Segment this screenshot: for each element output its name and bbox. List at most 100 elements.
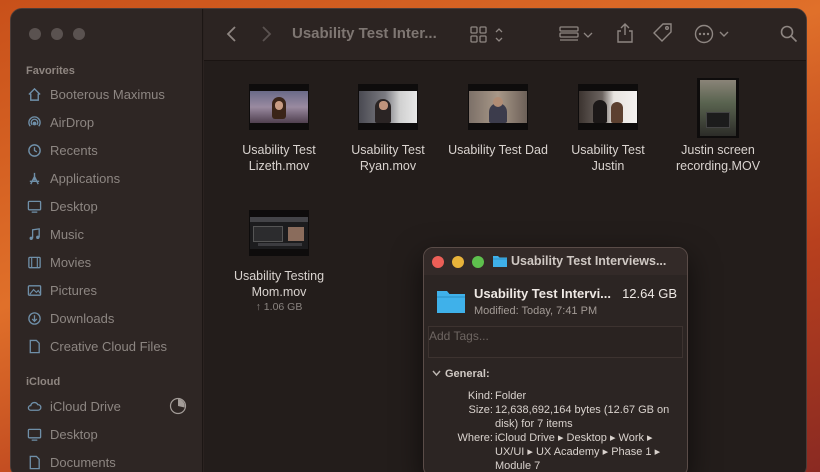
- sidebar-item-label: Applications: [50, 170, 121, 186]
- sidebar-item-music[interactable]: Music: [26, 223, 196, 245]
- sidebar-item-label: Documents: [50, 454, 116, 470]
- movies-icon: [26, 254, 42, 270]
- sidebar-item-label: Desktop: [50, 198, 98, 214]
- toolbar: Usability Test Inter...: [204, 9, 806, 61]
- file-name: recording.MOV: [675, 159, 761, 173]
- size-row: Size: 12,638,692,164 bytes (12.67 GB on …: [424, 403, 687, 431]
- info-item-size: 12.64 GB: [622, 286, 677, 301]
- file-name: Usability Test: [571, 143, 645, 157]
- sidebar-item-airdrop[interactable]: AirDrop: [26, 111, 196, 133]
- window-controls: [432, 256, 484, 268]
- where-value: iCloud Drive ▸ Desktop ▸ Work ▸ UX/UI ▸ …: [495, 432, 661, 472]
- file-item[interactable]: Usability Test Justin: [553, 84, 663, 174]
- sidebar-item-label: AirDrop: [50, 114, 95, 130]
- forward-button[interactable]: [260, 24, 272, 44]
- window-controls: [29, 28, 85, 40]
- sidebar-item-pictures[interactable]: Pictures: [26, 279, 196, 301]
- sidebar-item-label: Creative Cloud Files: [50, 338, 168, 354]
- minimize-button[interactable]: [51, 28, 63, 40]
- kind-row: Kind: Folder: [424, 389, 687, 403]
- video-thumbnail: [578, 84, 638, 130]
- sidebar-item-creative-cloud-files[interactable]: Creative Cloud Files: [26, 335, 196, 357]
- share-button[interactable]: [616, 22, 634, 44]
- file-item[interactable]: Usability Test Dad: [443, 84, 553, 158]
- sidebar-item-label: Recents: [50, 142, 98, 158]
- pictures-icon: [26, 282, 42, 298]
- back-button[interactable]: [226, 24, 238, 44]
- video-thumbnail: [468, 84, 528, 130]
- house-icon: [26, 86, 42, 102]
- zoom-button[interactable]: [472, 256, 484, 268]
- where-key: Where:: [457, 432, 493, 444]
- music-icon: [26, 226, 42, 242]
- airdrop-icon: [26, 114, 42, 130]
- clock-icon: [26, 142, 42, 158]
- folder-icon: [436, 288, 466, 319]
- file-name: Usability Test: [242, 143, 316, 157]
- favorites-title: Favorites: [26, 65, 75, 77]
- info-modified: Modified: Today, 7:41 PM: [474, 305, 598, 317]
- video-thumbnail: [358, 84, 418, 130]
- sidebar-item-icloud-desktop[interactable]: Desktop: [26, 423, 196, 445]
- kind-key: Kind:: [467, 390, 493, 402]
- folder-icon: [492, 254, 508, 273]
- get-info-panel: Usability Test Interviews... Usability T…: [423, 247, 688, 472]
- upload-size: ↑ 1.06 GB: [255, 301, 303, 313]
- sidebar-item-label: Booterous Maximus: [50, 86, 165, 102]
- file-name: Usability Test Dad: [448, 143, 548, 157]
- sidebar-item-desktop[interactable]: Desktop: [26, 195, 196, 217]
- file-name: Mom.mov: [251, 285, 307, 299]
- file-item[interactable]: Justin screen recording.MOV: [663, 78, 773, 174]
- sidebar-item-movies[interactable]: Movies: [26, 251, 196, 273]
- close-button[interactable]: [29, 28, 41, 40]
- tags-field[interactable]: Add Tags...: [428, 326, 683, 358]
- downloads-icon: [26, 310, 42, 326]
- general-section-toggle[interactable]: General:: [432, 368, 490, 380]
- sidebar-item-downloads[interactable]: Downloads: [26, 307, 196, 329]
- general-section-label: General:: [445, 368, 490, 380]
- sidebar-item-label: Downloads: [50, 310, 115, 326]
- sync-progress-icon: [169, 397, 187, 415]
- minimize-button[interactable]: [452, 256, 464, 268]
- sidebar-item-documents[interactable]: Documents: [26, 451, 196, 472]
- sidebar-item-label: Movies: [50, 254, 92, 270]
- close-button[interactable]: [432, 256, 444, 268]
- sidebar-item-label: Pictures: [50, 282, 97, 298]
- document-icon: [26, 338, 42, 354]
- document-icon: [26, 454, 42, 470]
- icon-view-button[interactable]: [470, 26, 506, 44]
- file-name: Lizeth.mov: [248, 159, 310, 173]
- zoom-button[interactable]: [73, 28, 85, 40]
- file-name: Justin: [591, 159, 625, 173]
- file-item[interactable]: Usability Test Lizeth.mov: [224, 84, 334, 174]
- sidebar-item-label: Music: [50, 226, 84, 242]
- cloud-icon: [26, 398, 42, 414]
- sidebar: Favorites Booterous Maximus AirDrop Rece…: [11, 9, 203, 472]
- file-item[interactable]: Usability Testing Mom.mov ↑ 1.06 GB: [224, 210, 334, 313]
- group-button[interactable]: [559, 26, 595, 44]
- file-name: Usability Test: [351, 143, 425, 157]
- kind-value: Folder: [495, 390, 527, 402]
- video-thumbnail: [249, 84, 309, 130]
- icloud-title: iCloud: [26, 376, 61, 388]
- search-button[interactable]: [780, 25, 798, 43]
- tag-button[interactable]: [652, 22, 674, 44]
- info-header: Usability Test Intervi... 12.64 GB Modif…: [436, 286, 681, 326]
- sidebar-item-recents[interactable]: Recents: [26, 139, 196, 161]
- sidebar-item-applications[interactable]: Applications: [26, 167, 196, 189]
- sidebar-item-label: iCloud Drive: [50, 398, 121, 414]
- desktop-icon: [26, 426, 42, 442]
- chevron-down-icon: [432, 368, 441, 380]
- file-name: Usability Testing: [233, 269, 325, 283]
- file-item[interactable]: Usability Test Ryan.mov: [333, 84, 443, 174]
- video-thumbnail: [697, 78, 739, 138]
- file-name: Justin screen: [681, 143, 755, 157]
- info-titlebar: Usability Test Interviews...: [424, 248, 687, 275]
- file-name: Ryan.mov: [359, 159, 417, 173]
- video-thumbnail: [249, 210, 309, 256]
- sidebar-item-label: Desktop: [50, 426, 98, 442]
- more-actions-button[interactable]: [694, 24, 730, 44]
- where-row: Where: iCloud Drive ▸ Desktop ▸ Work ▸ U…: [424, 431, 687, 472]
- info-item-name: Usability Test Intervi...: [474, 286, 612, 301]
- sidebar-item-home[interactable]: Booterous Maximus: [26, 83, 196, 105]
